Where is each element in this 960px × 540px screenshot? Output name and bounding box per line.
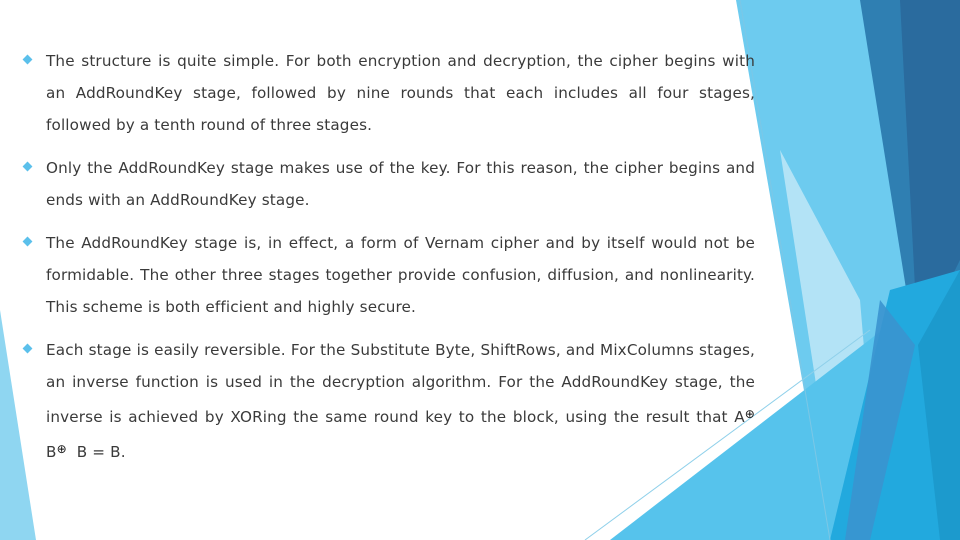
diamond-bullet-icon (22, 161, 33, 172)
bullet-text: The structure is quite simple. For both … (46, 52, 755, 134)
bullet-item: The AddRoundKey stage is, in effect, a f… (20, 227, 755, 323)
formula-mid: B (46, 443, 57, 461)
formula-prefix: result that A (639, 408, 745, 426)
xor-operator-icon: ⊕ (56, 442, 67, 456)
diamond-bullet-icon (22, 236, 33, 247)
bullet-item: The structure is quite simple. For both … (20, 45, 755, 141)
bullet-item: Only the AddRoundKey stage makes use of … (20, 152, 755, 216)
xor-operator-icon: ⊕ (744, 407, 755, 421)
formula-suffix: B = B. (66, 443, 126, 461)
slide: The structure is quite simple. For both … (0, 0, 960, 540)
bullet-list: The structure is quite simple. For both … (20, 45, 755, 479)
bullet-text: Only the AddRoundKey stage makes use of … (46, 159, 755, 209)
bullet-item: Each stage is easily reversible. For the… (20, 334, 755, 468)
diamond-bullet-icon (22, 343, 33, 354)
bullet-text: Each stage is easily reversible. For the… (46, 334, 755, 468)
diamond-bullet-icon (22, 54, 33, 65)
bullet-text: The AddRoundKey stage is, in effect, a f… (46, 234, 755, 316)
